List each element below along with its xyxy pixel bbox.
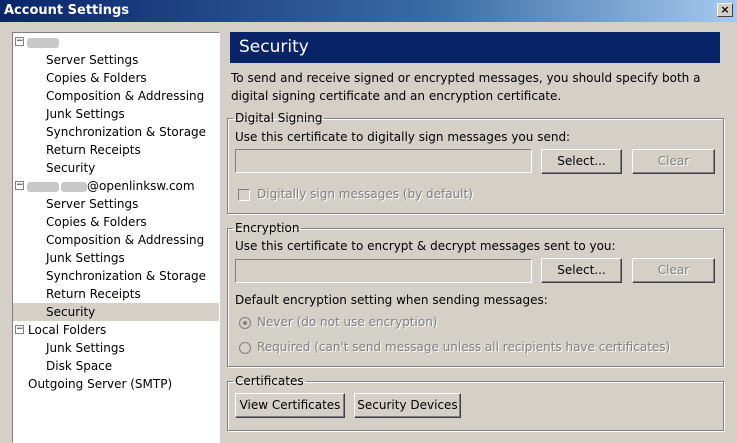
window-title: Account Settings xyxy=(4,3,130,18)
account-email-domain: @openlinksw.com xyxy=(87,179,195,193)
tree-item-copies-folders[interactable]: Copies & Folders xyxy=(13,69,219,87)
signing-select-button[interactable]: Select... xyxy=(541,149,622,174)
digitally-sign-label: Digitally sign messages (by default) xyxy=(257,187,473,201)
tree-item-server-settings[interactable]: Server Settings xyxy=(13,51,219,69)
tree-item-sync[interactable]: Synchronization & Storage xyxy=(13,123,219,141)
tree-item-composition[interactable]: Composition & Addressing xyxy=(13,231,219,249)
local-folders-label: Local Folders xyxy=(28,323,107,337)
close-button[interactable]: × xyxy=(717,3,733,17)
tree-local-folders[interactable]: − Local Folders xyxy=(13,321,219,339)
redacted-account-name xyxy=(27,181,59,192)
tree-item-disk-space[interactable]: Disk Space xyxy=(13,357,219,375)
digital-signing-legend: Digital Signing xyxy=(235,111,323,125)
tree-item-receipts[interactable]: Return Receipts xyxy=(13,141,219,159)
collapse-icon[interactable]: − xyxy=(15,181,24,190)
certificates-legend: Certificates xyxy=(235,374,304,388)
signing-certificate-field[interactable] xyxy=(235,149,532,173)
tree-item-junk[interactable]: Junk Settings xyxy=(13,339,219,357)
collapse-icon[interactable]: − xyxy=(15,37,24,46)
redacted-account-name xyxy=(27,37,59,48)
tree-account-1[interactable]: − xyxy=(13,33,219,51)
never-radio-label: Never (do not use encryption) xyxy=(257,315,438,329)
tree-item-composition[interactable]: Composition & Addressing xyxy=(13,87,219,105)
encryption-select-button[interactable]: Select... xyxy=(541,258,622,283)
tree-item-outgoing-server[interactable]: Outgoing Server (SMTP) xyxy=(13,375,219,393)
intro-text: To send and receive signed or encrypted … xyxy=(231,71,701,103)
close-icon: × xyxy=(720,3,730,16)
encryption-certificate-field[interactable] xyxy=(235,259,532,283)
digitally-sign-checkbox[interactable] xyxy=(238,189,250,201)
encryption-clear-button[interactable]: Clear xyxy=(632,258,715,283)
tree-item-receipts[interactable]: Return Receipts xyxy=(13,285,219,303)
encryption-prompt: Use this certificate to encrypt & decryp… xyxy=(235,239,616,253)
default-encryption-label: Default encryption setting when sending … xyxy=(235,293,548,307)
required-radio-label: Required (can't send message unless all … xyxy=(257,340,671,354)
never-radio[interactable] xyxy=(239,317,251,329)
signing-clear-button[interactable]: Clear xyxy=(632,149,715,174)
page-title: Security xyxy=(230,32,720,63)
tree-account-2[interactable]: − @openlinksw.com xyxy=(13,177,219,195)
signing-prompt: Use this certificate to digitally sign m… xyxy=(235,130,571,144)
view-certificates-button[interactable]: View Certificates xyxy=(235,393,345,418)
tree-item-server-settings[interactable]: Server Settings xyxy=(13,195,219,213)
required-radio[interactable] xyxy=(239,342,251,354)
title-bar: Account Settings × xyxy=(0,0,737,22)
account-tree[interactable]: − Server Settings Copies & Folders Compo… xyxy=(12,32,220,443)
tree-item-security-selected[interactable]: Security xyxy=(13,303,219,321)
tree-item-copies-folders[interactable]: Copies & Folders xyxy=(13,213,219,231)
encryption-legend: Encryption xyxy=(235,221,300,235)
tree-item-junk[interactable]: Junk Settings xyxy=(13,105,219,123)
security-devices-button[interactable]: Security Devices xyxy=(354,393,461,418)
tree-item-sync[interactable]: Synchronization & Storage xyxy=(13,267,219,285)
collapse-icon[interactable]: − xyxy=(15,325,24,334)
tree-item-security[interactable]: Security xyxy=(13,159,219,177)
tree-item-junk[interactable]: Junk Settings xyxy=(13,249,219,267)
